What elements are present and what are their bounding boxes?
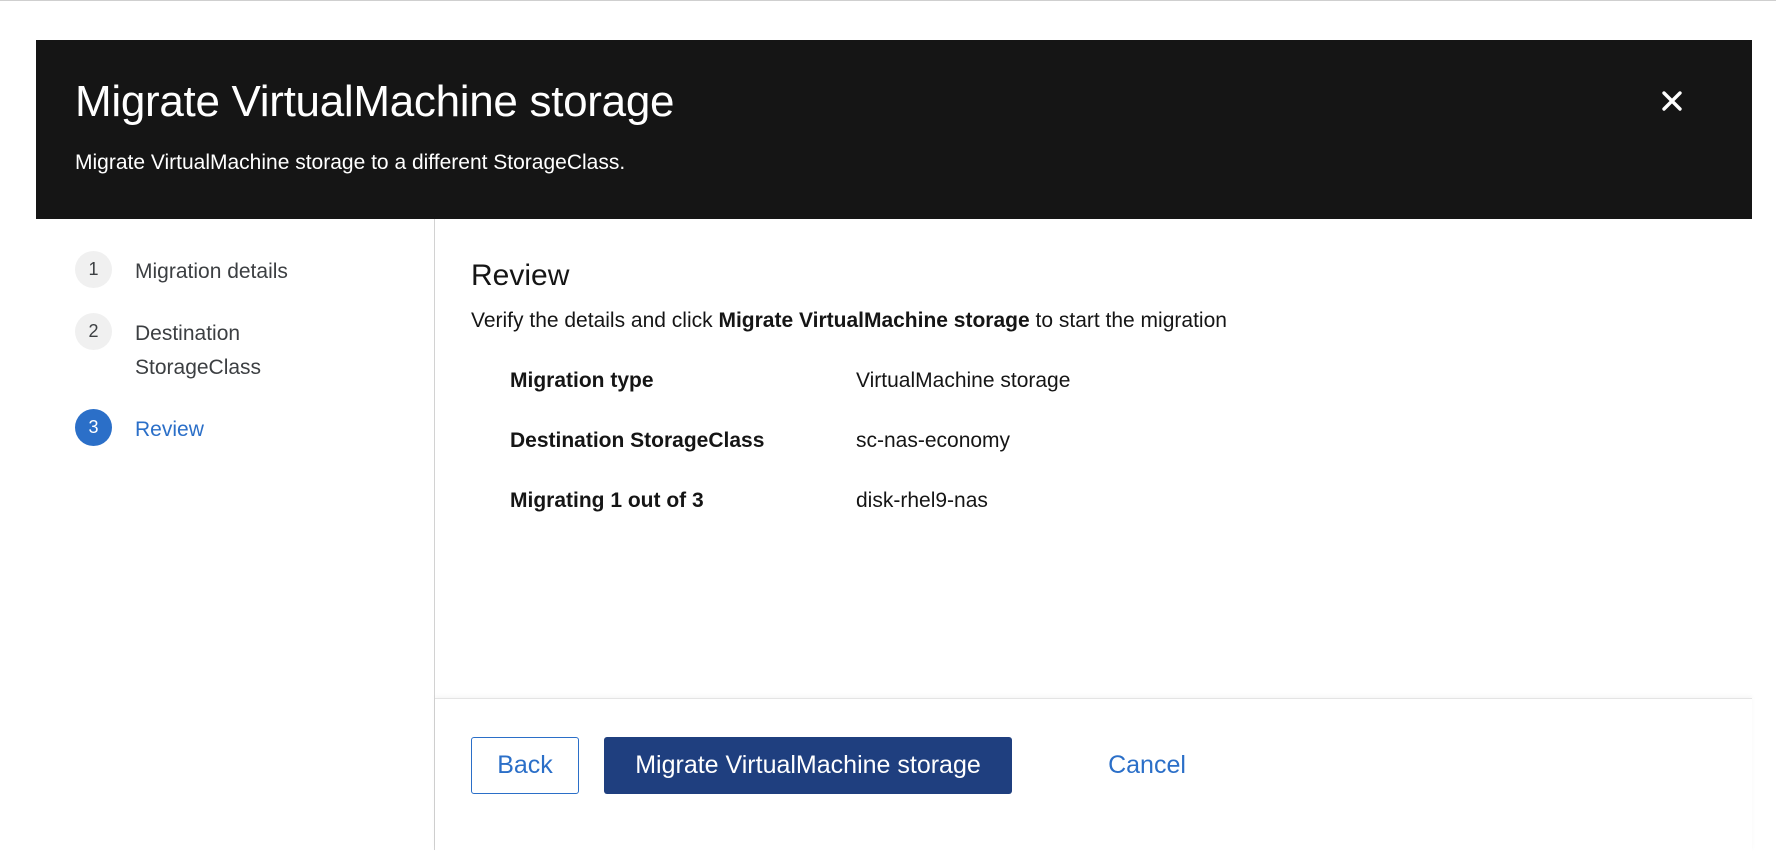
review-value: VirtualMachine storage — [856, 369, 1071, 392]
wizard-step-destination-storageclass[interactable]: 2 Destination StorageClass — [75, 313, 335, 385]
step-number: 1 — [75, 251, 112, 288]
wizard-nav: 1 Migration details 2 Destination Storag… — [36, 219, 435, 850]
review-title: Review — [471, 259, 570, 292]
review-value: sc-nas-economy — [856, 429, 1011, 452]
modal-subtitle: Migrate VirtualMachine storage to a diff… — [75, 151, 626, 174]
review-description-bold: Migrate VirtualMachine storage — [718, 309, 1030, 332]
review-term: Destination StorageClass — [510, 429, 765, 452]
wizard-footer: Back Migrate VirtualMachine storage Canc… — [435, 698, 1752, 851]
modal-header: Migrate VirtualMachine storage Migrate V… — [36, 40, 1752, 219]
review-description-suffix: to start the migration — [1029, 309, 1227, 332]
review-description-prefix: Verify the details and click — [471, 309, 719, 332]
page-backdrop-edge — [0, 0, 1776, 1]
close-button[interactable] — [1651, 80, 1693, 122]
back-button[interactable]: Back — [471, 737, 579, 794]
step-label: Destination StorageClass — [135, 322, 262, 379]
step-number: 2 — [75, 313, 112, 350]
step-label: Migration details — [135, 260, 288, 283]
step-label: Review — [135, 418, 204, 441]
close-icon — [1662, 91, 1682, 111]
wizard-step-migration-details[interactable]: 1 Migration details — [75, 251, 335, 289]
step-number: 3 — [75, 409, 112, 446]
migrate-storage-button[interactable]: Migrate VirtualMachine storage — [604, 737, 1012, 794]
cancel-button[interactable]: Cancel — [1092, 737, 1202, 794]
review-term: Migration type — [510, 369, 654, 392]
wizard-step-review[interactable]: 3 Review — [75, 409, 335, 447]
migrate-storage-modal: Migrate VirtualMachine storage Migrate V… — [36, 40, 1752, 850]
review-description: Verify the details and click Migrate Vir… — [471, 309, 1227, 333]
review-value: disk-rhel9-nas — [856, 489, 988, 512]
review-term: Migrating 1 out of 3 — [510, 489, 704, 512]
review-section: Review Verify the details and click Migr… — [435, 219, 1752, 739]
modal-title: Migrate VirtualMachine storage — [75, 77, 675, 126]
